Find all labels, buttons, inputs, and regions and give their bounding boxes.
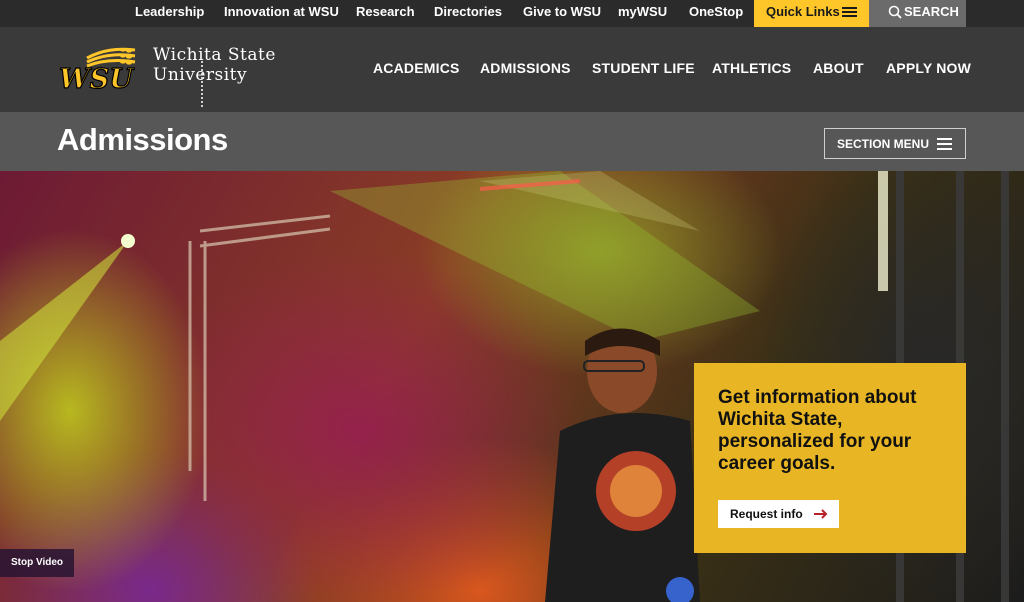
search-icon <box>888 5 902 19</box>
search-label: SEARCH <box>904 4 959 19</box>
main-navigation: WSU Wichita State University ACADEMICS A… <box>0 27 1024 112</box>
utility-link-research[interactable]: Research <box>356 0 415 27</box>
utility-link-directories[interactable]: Directories <box>434 0 502 27</box>
page-title: Admissions <box>57 122 228 157</box>
logo-monogram: WSU <box>59 64 134 95</box>
logo-wordmark: Wichita State University <box>153 45 276 85</box>
utility-link-give[interactable]: Give to WSU <box>523 0 601 27</box>
logo-wordmark-line1: Wichita State <box>153 45 276 65</box>
request-info-label: Request info <box>730 507 803 521</box>
nav-apply-now[interactable]: APPLY NOW <box>886 60 971 76</box>
menu-icon <box>842 7 857 18</box>
arrow-right-icon <box>814 509 828 519</box>
utility-link-onestop[interactable]: OneStop <box>689 0 743 27</box>
nav-student-life[interactable]: STUDENT LIFE <box>592 60 695 76</box>
utility-link-innovation[interactable]: Innovation at WSU <box>224 0 339 27</box>
hero-video: Get information about Wichita State, per… <box>0 171 1024 602</box>
search-button[interactable]: SEARCH <box>869 0 966 27</box>
quick-links-label: Quick Links <box>766 4 840 19</box>
menu-icon <box>937 138 952 150</box>
request-info-text: Get information about Wichita State, per… <box>718 387 917 474</box>
quick-links-button[interactable]: Quick Links <box>754 0 869 27</box>
nav-athletics[interactable]: ATHLETICS <box>712 60 791 76</box>
request-info-button[interactable]: Request info <box>718 500 839 528</box>
logo-wordmark-line2: University <box>153 65 248 85</box>
utility-link-mywsu[interactable]: myWSU <box>618 0 667 27</box>
section-menu-label: SECTION MENU <box>837 137 930 151</box>
shocker-logo-icon: WSU <box>58 47 136 96</box>
nav-academics[interactable]: ACADEMICS <box>373 60 460 76</box>
section-menu-button[interactable]: SECTION MENU <box>824 128 966 159</box>
utility-link-leadership[interactable]: Leadership <box>135 0 204 27</box>
nav-admissions[interactable]: ADMISSIONS <box>480 60 571 76</box>
request-info-card: Get information about Wichita State, per… <box>694 363 966 553</box>
section-header: Admissions SECTION MENU <box>0 112 1024 171</box>
utility-bar: Leadership Innovation at WSU Research Di… <box>0 0 1024 27</box>
stop-video-label: Stop Video <box>11 557 64 568</box>
stop-video-button[interactable]: Stop Video <box>0 549 74 577</box>
nav-about[interactable]: ABOUT <box>813 60 864 76</box>
